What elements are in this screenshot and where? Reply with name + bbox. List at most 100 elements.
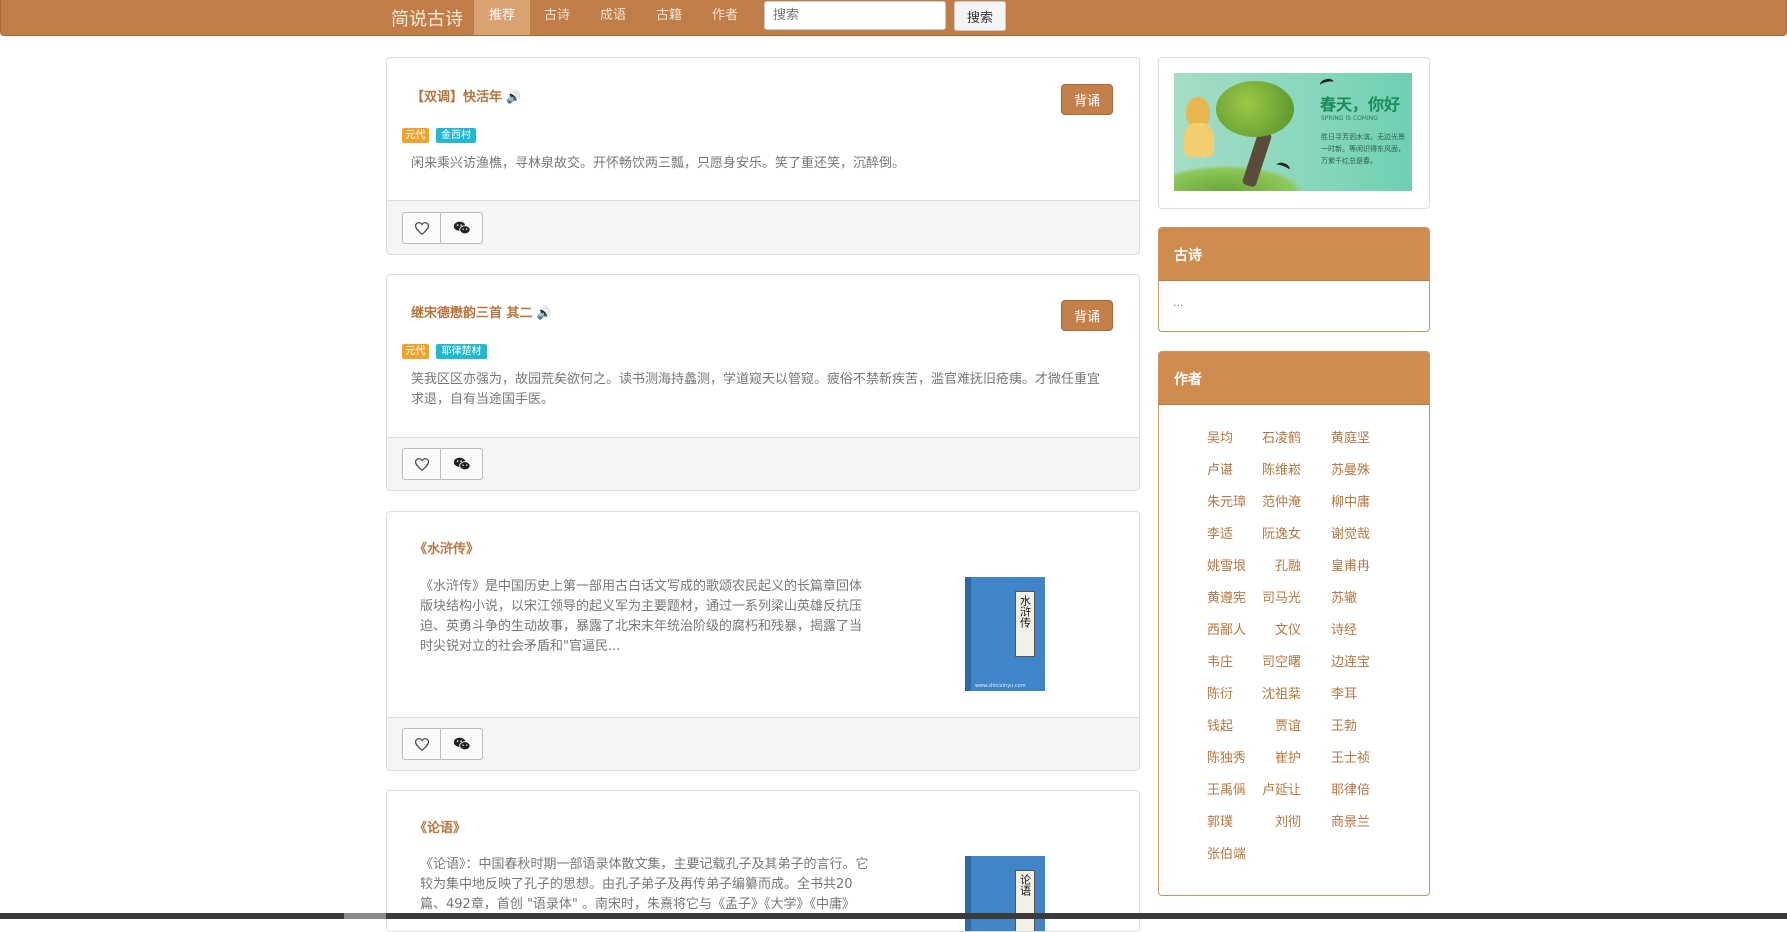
author-link[interactable]: 苏辙	[1331, 587, 1357, 606]
author-link[interactable]: 边连宝	[1331, 651, 1370, 670]
author-link[interactable]: 钱起	[1207, 715, 1233, 734]
search-input[interactable]	[764, 1, 946, 30]
era-tag[interactable]: 元代	[402, 128, 429, 143]
sidebar-banner-box: 春天，你好 SPRING IS COMING 胜日寻芳泗水滨，无边光景一时新。等…	[1158, 57, 1430, 209]
book-cover-image[interactable]: 水浒传 www.shicixinyu.com	[965, 577, 1045, 691]
poem-text: 闲来乘兴访渔樵，寻林泉故交。开怀畅饮两三瓢，只愿身安乐。笑了重还笑，沉醉倒。	[411, 156, 906, 171]
sidebar-authors-box: 作者 吴均 石凌鹤 黄庭坚卢谌 陈维崧 苏曼殊朱元璋 范仲淹 柳中庸李适 阮逸女 谢觉哉姚雪垠 孔…	[1158, 351, 1430, 896]
wechat-share-button[interactable]	[441, 728, 483, 760]
author-link[interactable]: 诗经	[1331, 619, 1357, 638]
nav-item-classics[interactable]: 古籍	[648, 0, 690, 35]
brand-logo[interactable]: 简说古诗	[391, 5, 463, 31]
spring-banner-image[interactable]: 春天，你好 SPRING IS COMING 胜日寻芳泗水滨，无边光景一时新。等…	[1174, 73, 1412, 191]
scrollbar-thumb[interactable]	[344, 913, 386, 919]
author-link[interactable]: 王禹偁	[1207, 779, 1246, 798]
book-cover-image[interactable]: 论语	[965, 856, 1045, 931]
author-link[interactable]: 贾谊	[1275, 715, 1301, 734]
banner-verse: 胜日寻芳泗水滨，无边光景一时新。等闲识得东风面，万紫千红总是春。	[1321, 133, 1405, 165]
book-cover-title: 论语	[1018, 874, 1032, 896]
book-cover-label: 论语	[1015, 870, 1035, 931]
sidebar-poems-content: ...	[1173, 296, 1184, 309]
author-link[interactable]: 吴均	[1207, 427, 1233, 446]
sidebar-poems-header: 古诗	[1159, 228, 1429, 281]
author-link[interactable]: 耶律倍	[1331, 779, 1370, 798]
like-button[interactable]	[402, 728, 441, 760]
author-link[interactable]: 范仲淹	[1262, 491, 1301, 510]
like-button[interactable]	[402, 212, 441, 244]
author-link[interactable]: 司马光	[1262, 587, 1301, 606]
heart-icon	[414, 737, 429, 751]
book-card: 《论语》 《论语》：中国春秋时期一部语录体散文集，主要记载孔子及其弟子的言行。它…	[386, 790, 1140, 932]
author-link[interactable]: 皇甫冉	[1331, 555, 1370, 574]
book-cover-url: www.shicixinyu.com	[975, 683, 1026, 689]
author-link[interactable]: 黄庭坚	[1331, 427, 1370, 446]
era-tag[interactable]: 元代	[402, 344, 429, 359]
author-link[interactable]: 陈独秀	[1207, 747, 1246, 766]
author-link[interactable]: 朱元璋	[1207, 491, 1246, 510]
author-link[interactable]: 黄遵宪	[1207, 587, 1246, 606]
book-title[interactable]: 《论语》	[414, 817, 466, 836]
author-link[interactable]: 阮逸女	[1262, 523, 1301, 542]
author-link[interactable]: 司空曙	[1262, 651, 1301, 670]
nav-item-authors[interactable]: 作者	[704, 0, 746, 35]
top-navbar: 简说古诗 推荐 古诗 成语 古籍 作者 搜索	[0, 0, 1787, 36]
book-title[interactable]: 《水浒传》	[414, 538, 479, 557]
banner-subtitle: SPRING IS COMING	[1321, 115, 1378, 122]
author-link[interactable]: 郭璞	[1207, 811, 1233, 830]
speaker-icon[interactable]: 🔊	[537, 306, 552, 320]
nav-item-poems[interactable]: 古诗	[536, 0, 578, 35]
poem-title-text[interactable]: 【双调】快活年	[411, 90, 502, 105]
poem-title-text[interactable]: 继宋德懋韵三首 其二	[411, 306, 533, 321]
author-link[interactable]: 张伯端	[1207, 843, 1246, 862]
like-button[interactable]	[402, 448, 441, 480]
author-link[interactable]: 沈祖棻	[1262, 683, 1301, 702]
author-tag[interactable]: 耶律楚材	[436, 344, 487, 359]
author-tag[interactable]: 金西村	[436, 128, 476, 143]
wechat-icon	[453, 457, 471, 471]
author-link[interactable]: 李适	[1207, 523, 1233, 542]
author-link[interactable]: 刘彻	[1275, 811, 1301, 830]
author-link[interactable]: 韦庄	[1207, 651, 1233, 670]
author-link[interactable]: 卢延让	[1262, 779, 1301, 798]
banner-tree-canopy	[1216, 81, 1294, 137]
author-link[interactable]: 陈维崧	[1262, 459, 1301, 478]
author-link[interactable]: 苏曼殊	[1331, 459, 1370, 478]
recite-button[interactable]: 背诵	[1061, 300, 1113, 331]
wechat-share-button[interactable]	[441, 212, 483, 244]
book-summary: 《水浒传》是中国历史上第一部用古白话文写成的歌颂农民起义的长篇章回体版块结构小说…	[420, 579, 863, 654]
author-link[interactable]: 西鄙人	[1207, 619, 1246, 638]
author-link[interactable]: 柳中庸	[1331, 491, 1370, 510]
poem-text: 笑我区区亦强为，故园荒矣欲何之。读书测海持蠡测，学道窥天以管窥。疲俗不禁新疾苦，…	[411, 372, 1101, 407]
nav-item-idioms[interactable]: 成语	[592, 0, 634, 35]
wechat-share-button[interactable]	[441, 448, 483, 480]
action-buttons	[402, 448, 483, 480]
horizontal-scrollbar[interactable]	[0, 913, 1787, 919]
poem-title[interactable]: 继宋德懋韵三首 其二 🔊	[411, 302, 551, 321]
book-summary: 《论语》：中国春秋时期一部语录体散文集，主要记载孔子及其弟子的言行。它较为集中地…	[420, 857, 869, 912]
banner-title: 春天，你好	[1320, 95, 1401, 114]
author-link[interactable]: 孔融	[1275, 555, 1301, 574]
poem-title[interactable]: 【双调】快活年 🔊	[411, 86, 521, 105]
card-footer	[387, 717, 1139, 770]
author-link[interactable]: 商景兰	[1331, 811, 1370, 830]
wechat-icon	[453, 221, 471, 235]
heart-icon	[414, 221, 429, 235]
wechat-icon	[453, 737, 471, 751]
author-link[interactable]: 文仪	[1275, 619, 1301, 638]
author-link[interactable]: 李耳	[1331, 683, 1357, 702]
author-link[interactable]: 崔护	[1275, 747, 1301, 766]
recite-button[interactable]: 背诵	[1061, 84, 1113, 115]
author-link[interactable]: 姚雪垠	[1207, 555, 1246, 574]
speaker-icon[interactable]: 🔊	[506, 90, 521, 104]
sidebar-authors-title: 作者	[1174, 372, 1202, 388]
sidebar-poems-box: 古诗 ...	[1158, 227, 1430, 332]
author-link[interactable]: 王勃	[1331, 715, 1357, 734]
nav-item-recommend[interactable]: 推荐	[474, 0, 530, 35]
author-link[interactable]: 谢觉哉	[1331, 523, 1370, 542]
author-link[interactable]: 陈衍	[1207, 683, 1233, 702]
search-button[interactable]: 搜索	[954, 1, 1006, 31]
author-link[interactable]: 石凌鹤	[1262, 427, 1301, 446]
author-link[interactable]: 卢谌	[1207, 459, 1233, 478]
poem-card: 继宋德懋韵三首 其二 🔊 背诵 元代 耶律楚材 笑我区区亦强为，故园荒矣欲何之。读…	[386, 274, 1140, 491]
author-link[interactable]: 王士祯	[1331, 747, 1370, 766]
